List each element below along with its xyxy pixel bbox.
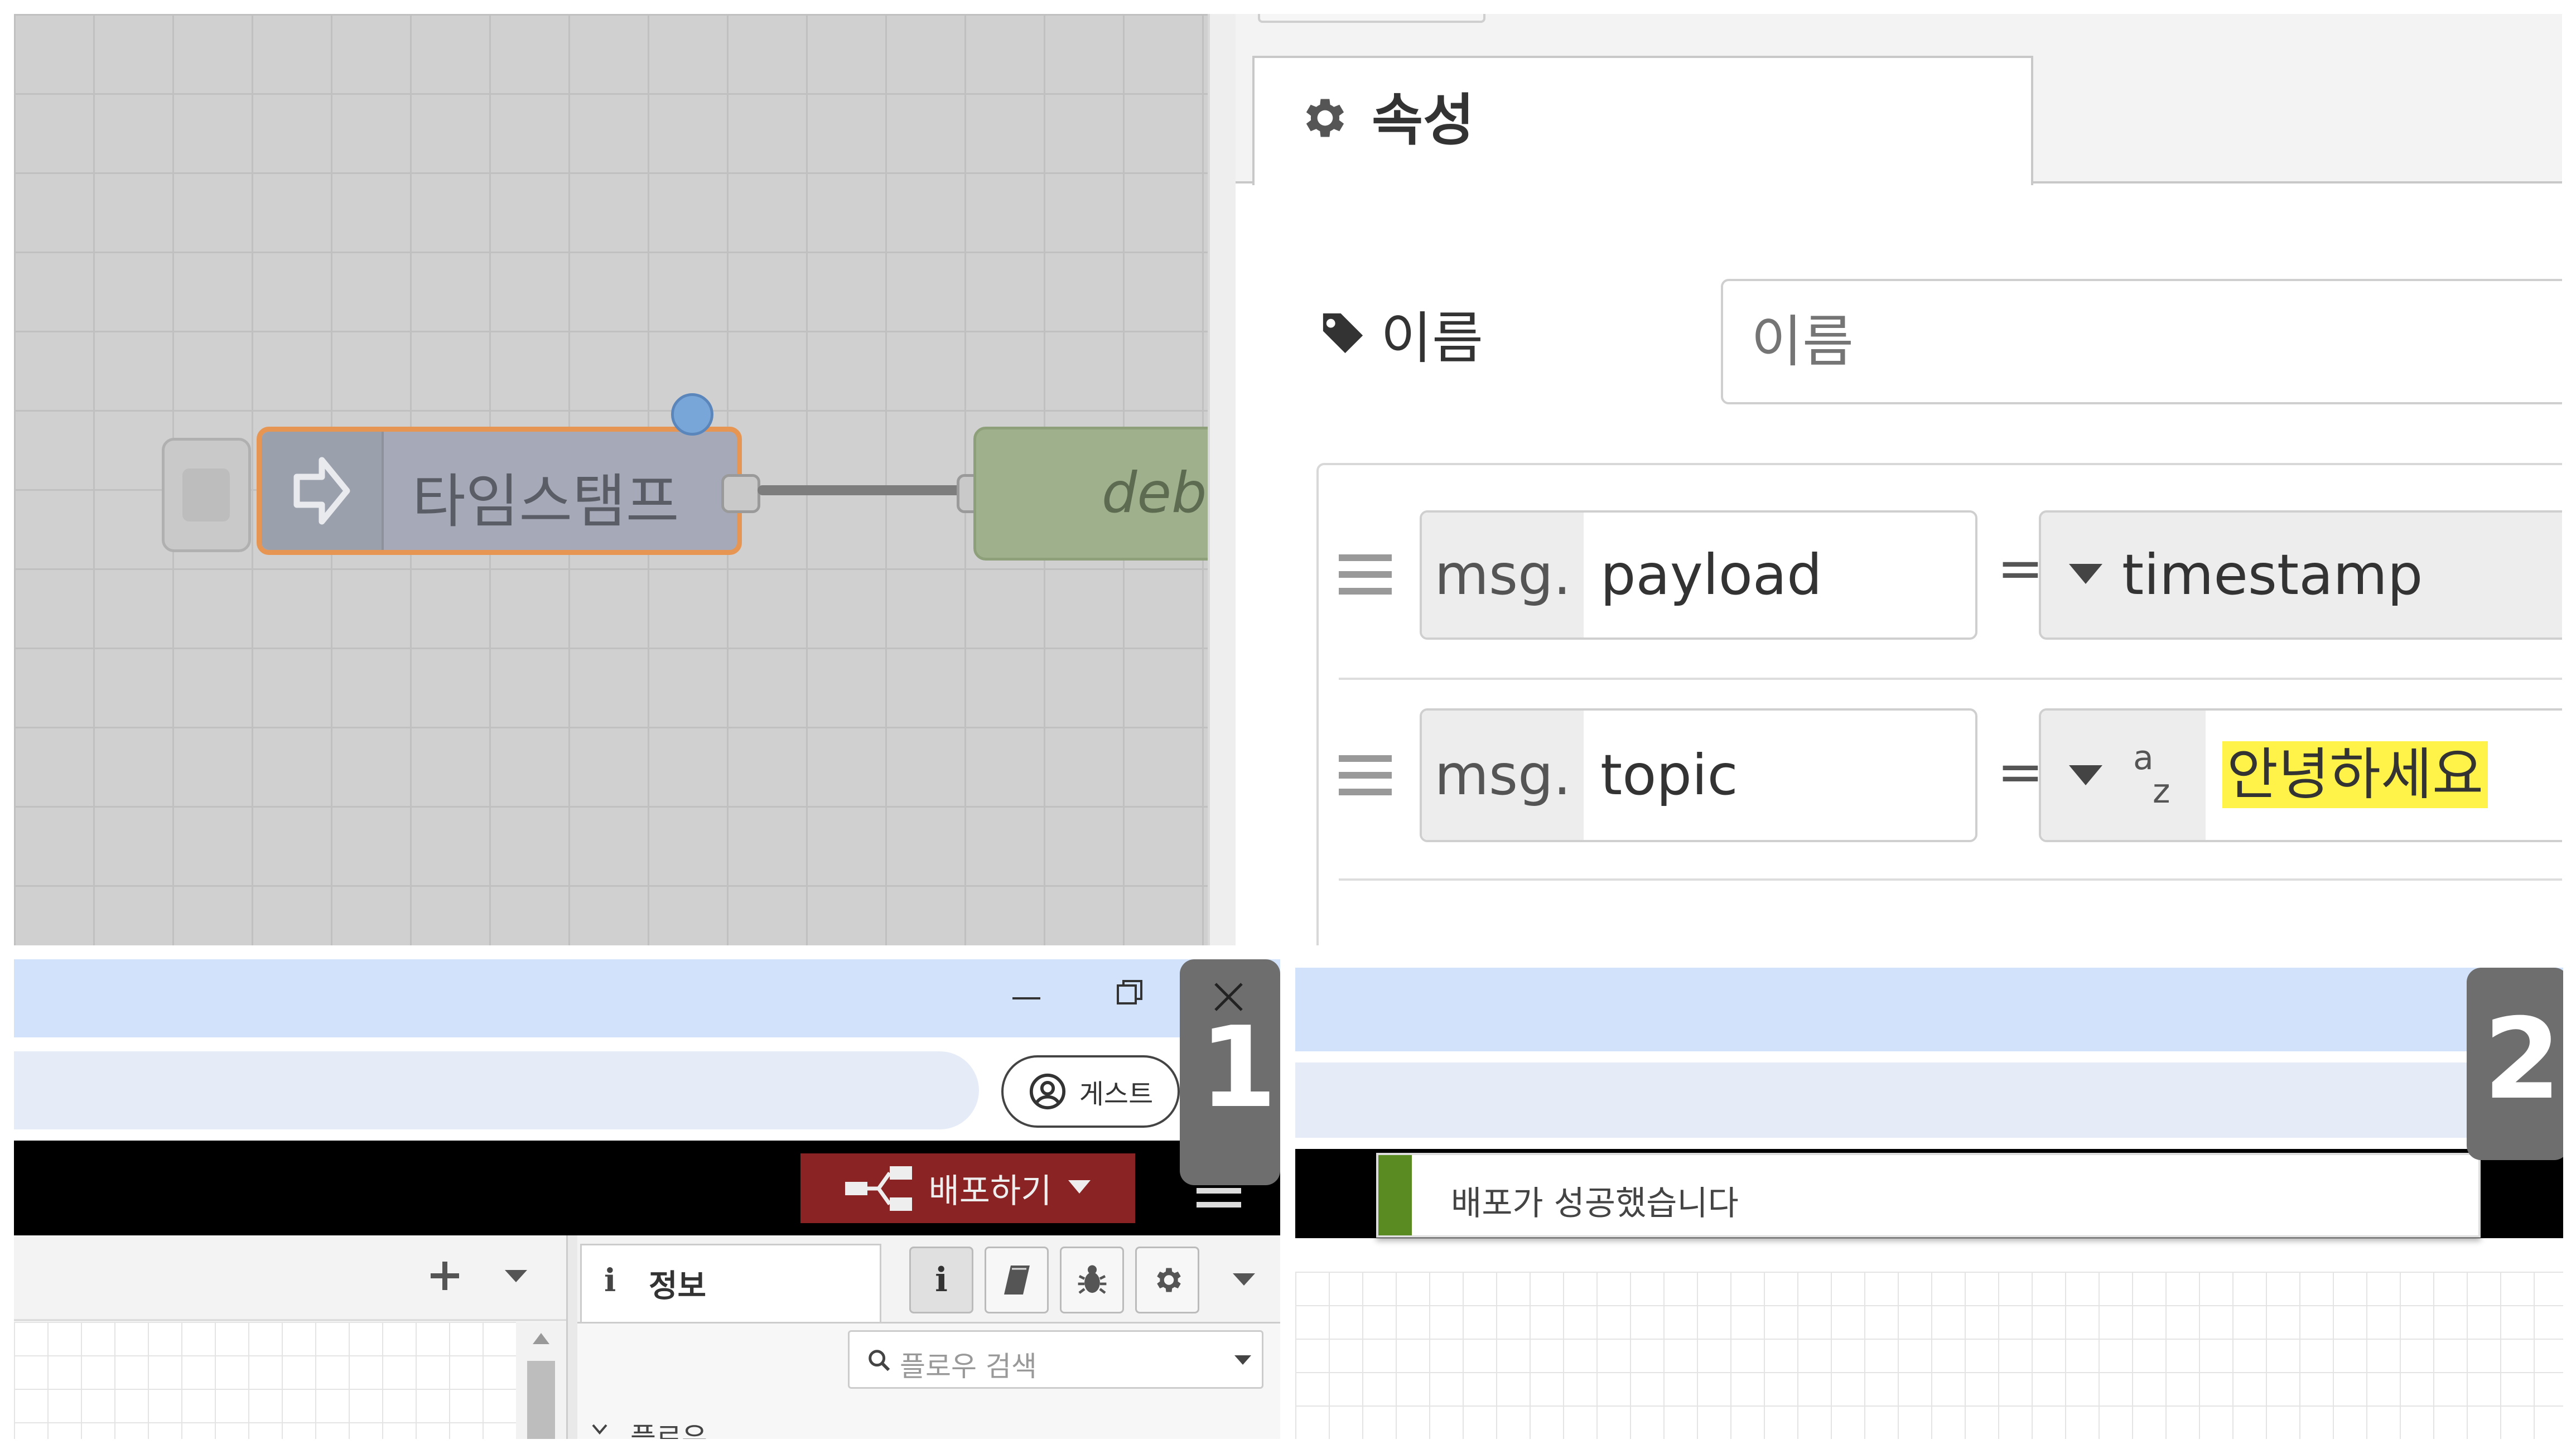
flow-list-caret-icon[interactable] [505, 1270, 527, 1284]
deploy-label: 배포하기 [928, 1172, 1052, 1211]
book-icon [1003, 1264, 1031, 1296]
inject-node-label: 타임스탬프 [412, 467, 679, 535]
address-bar[interactable] [1295, 1062, 2563, 1138]
search-options-caret-icon[interactable] [1234, 1355, 1251, 1366]
property-field[interactable]: msg. topic [1420, 708, 1977, 842]
deploy-button[interactable]: 배포하기 [800, 1153, 1135, 1223]
property-name: topic [1600, 742, 1738, 808]
svg-text:z: z [2153, 772, 2170, 811]
minimize-icon[interactable] [1012, 987, 1040, 1010]
add-flow-icon[interactable] [430, 1260, 460, 1291]
value-field[interactable]: a z 안녕하세요 [2039, 708, 2562, 842]
sidebar-menu-caret-icon[interactable] [1233, 1273, 1255, 1288]
caret-down-icon [2069, 765, 2102, 788]
debug-node[interactable]: debu [973, 427, 1208, 561]
user-circle-icon [1028, 1072, 1067, 1111]
node-wire[interactable] [758, 485, 964, 495]
tab-remnant [1258, 14, 1485, 23]
flow-canvas[interactable]: 타임스탬프 debu [14, 14, 1208, 945]
sidebar-debug-button[interactable] [1060, 1247, 1124, 1313]
caret-down-icon[interactable] [1068, 1180, 1091, 1197]
msg-prefix: msg. [1422, 513, 1584, 637]
notification-text: 배포가 성공했습니다 [1451, 1184, 1739, 1223]
restore-icon[interactable] [1116, 979, 1144, 1007]
workspace-canvas[interactable] [14, 1322, 516, 1439]
string-type-icon: a z [2130, 738, 2181, 811]
sidebar-help-button[interactable] [985, 1247, 1049, 1313]
deploy-icon [845, 1166, 912, 1211]
inject-output-port[interactable] [721, 474, 760, 513]
tag-icon [1316, 307, 1369, 360]
info-tab-label: 정보 [649, 1268, 707, 1305]
workspace-toolbar [14, 1235, 566, 1321]
search-icon [866, 1347, 892, 1373]
chevron-down-icon [591, 1423, 608, 1436]
property-field[interactable]: msg. payload [1420, 510, 1977, 640]
tab-properties[interactable]: 속성 [1252, 56, 2033, 185]
svg-text:a: a [2133, 738, 2154, 777]
name-label: 이름 [1381, 306, 1483, 371]
name-input[interactable] [1721, 279, 2562, 404]
rule-divider [1339, 678, 2562, 680]
success-stripe [1378, 1155, 1412, 1235]
value-type-label: timestamp [2122, 542, 2423, 607]
step-number-2: 2 [2483, 994, 2561, 1124]
panel-divider[interactable] [1208, 14, 1238, 945]
title-bar [14, 959, 1280, 1037]
drag-handle-icon[interactable] [1339, 753, 1392, 798]
flow-tree-label: 플로우 [630, 1422, 707, 1439]
title-bar [1295, 968, 2563, 1051]
caret-down-icon [2069, 564, 2102, 586]
property-name: payload [1600, 542, 1822, 607]
browser-window-2: 배포가 성공했습니다 2 [1295, 959, 2563, 1439]
guest-label: 게스트 [1079, 1079, 1154, 1110]
inject-node[interactable]: 타임스탬프 [257, 427, 742, 555]
browser-window-1: 게스트 배포하기 1 i 정보 i 플로우 검색 플로우 [14, 959, 1280, 1439]
guest-profile-button[interactable]: 게스트 [1001, 1055, 1180, 1128]
equals-sign: = [1997, 739, 2044, 804]
flow-tree-item[interactable]: 플로우 [580, 1405, 1250, 1439]
gear-icon [1151, 1263, 1184, 1297]
flow-search-placeholder: 플로우 검색 [900, 1350, 1037, 1383]
equals-sign: = [1997, 535, 2044, 601]
flow-search-box[interactable]: 플로우 검색 [848, 1330, 1263, 1389]
gear-icon [1296, 91, 1349, 144]
node-changed-indicator [671, 393, 713, 436]
info-icon: i [604, 1262, 616, 1299]
step-number-1: 1 [1199, 1003, 1277, 1133]
success-notification[interactable]: 배포가 성공했습니다 [1376, 1153, 2481, 1238]
tab-info[interactable]: i 정보 [580, 1244, 881, 1322]
workspace-canvas[interactable] [1295, 1272, 2563, 1439]
rule-row: msg. payload = timestamp [1339, 510, 2562, 700]
tab-properties-label: 속성 [1372, 88, 1474, 153]
msg-prefix: msg. [1422, 711, 1584, 840]
value-type-button[interactable]: a z [2041, 711, 2206, 840]
sidebar-config-button[interactable] [1135, 1247, 1199, 1313]
rule-row: msg. topic = a z 안녕하세요 [1339, 708, 2562, 898]
sidebar-info-button[interactable]: i [909, 1247, 973, 1313]
inject-trigger-button[interactable] [162, 438, 251, 552]
address-bar[interactable] [14, 1051, 979, 1129]
value-type-select[interactable]: timestamp [2039, 510, 2562, 640]
rule-divider [1339, 878, 2562, 881]
debug-node-label: debu [1102, 460, 1208, 525]
bug-icon [1077, 1263, 1108, 1297]
properties-panel: 속성 이름 msg. payload = timestamp [1236, 14, 2562, 945]
drag-handle-icon[interactable] [1339, 552, 1392, 597]
scrollbar[interactable] [516, 1322, 566, 1439]
info-icon: i [935, 1260, 948, 1300]
arrow-right-icon [262, 432, 384, 550]
string-value: 안녕하세요 [2222, 741, 2488, 808]
